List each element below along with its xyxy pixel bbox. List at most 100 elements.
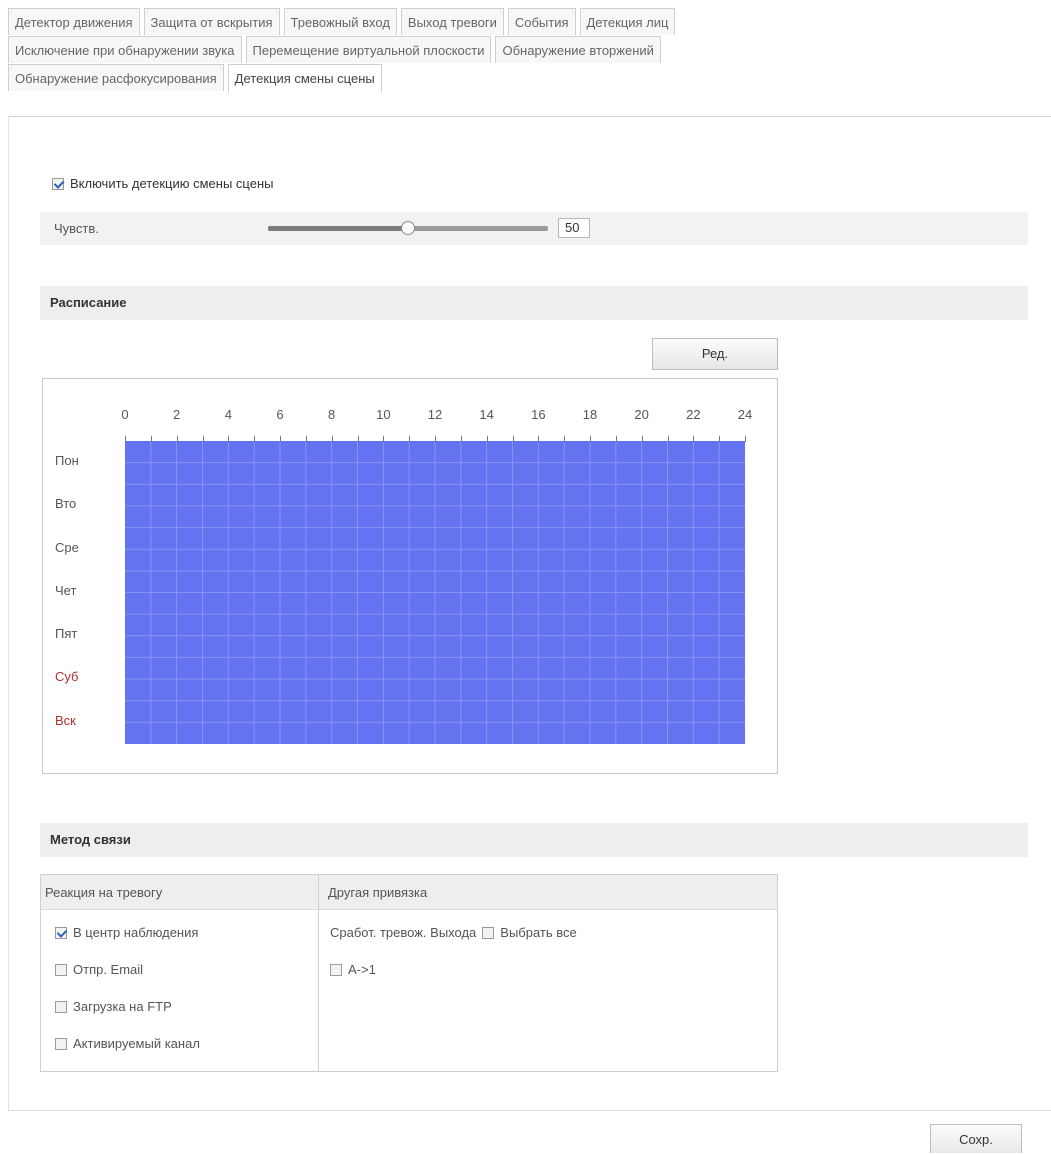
tab-audio-exception[interactable]: Исключение при обнаружении звука — [8, 36, 242, 63]
trigger-output-label: Сработ. тревож. Выхода — [330, 925, 477, 940]
slider-fill — [268, 226, 408, 231]
tab-face-detection[interactable]: Детекция лиц — [579, 8, 676, 35]
sensitivity-row: Чувств. 50 — [40, 212, 1028, 245]
tab-scene-change-detection[interactable]: Детекция смены сцены — [227, 64, 382, 93]
panel-bottom-divider — [8, 1110, 1051, 1111]
other-linkage-header: Другая привязка — [328, 885, 428, 900]
hour-tick — [719, 436, 721, 442]
option-label: Активируемый канал — [73, 1036, 200, 1051]
tab-row: Детектор движения Защита от вскрытия Тре… — [8, 8, 1008, 36]
day-label: Сре — [55, 539, 79, 555]
hour-tick — [564, 436, 566, 442]
tab-line-crossing[interactable]: Перемещение виртуальной плоскости — [245, 36, 492, 63]
sensitivity-slider[interactable] — [268, 221, 548, 235]
send-email-checkbox[interactable] — [55, 963, 67, 976]
day-label: Чет — [55, 582, 77, 598]
hour-tick — [176, 436, 178, 442]
tab-motion-detection[interactable]: Детектор движения — [8, 8, 140, 35]
hour-tick — [357, 436, 359, 442]
option-send-email[interactable]: Отпр. Email — [55, 962, 143, 977]
day-label: Вск — [55, 712, 76, 728]
day-label: Пят — [55, 626, 78, 642]
tab-row: Обнаружение расфокусирования Детекция см… — [8, 64, 1008, 93]
tab-intrusion-detection[interactable]: Обнаружение вторжений — [495, 36, 661, 63]
tab-tamper-protection[interactable]: Защита от вскрытия — [143, 8, 280, 35]
hour-tick — [125, 436, 126, 442]
hour-tick — [486, 436, 488, 442]
hour-tick — [305, 436, 307, 442]
day-label: Суб — [55, 669, 79, 685]
panel-border — [8, 116, 9, 1111]
hour-label: 20 — [634, 407, 649, 422]
option-label: В центр наблюдения — [73, 925, 199, 940]
hour-tick — [693, 436, 695, 442]
select-all-label: Выбрать все — [500, 925, 577, 940]
ftp-upload-checkbox[interactable] — [55, 1000, 67, 1013]
day-label: Пон — [55, 453, 79, 468]
sensitivity-label: Чувств. — [54, 221, 99, 236]
hour-label: 10 — [376, 407, 391, 422]
slider-thumb[interactable] — [401, 221, 415, 235]
option-notify-center[interactable]: В центр наблюдения — [55, 925, 198, 940]
hour-label: 8 — [328, 407, 336, 422]
select-all-checkbox[interactable] — [482, 926, 495, 939]
hour-tick — [590, 436, 591, 442]
tab-bar: Детектор движения Защита от вскрытия Тре… — [8, 8, 1008, 93]
hour-label: 18 — [582, 407, 598, 422]
hour-tick — [615, 436, 617, 442]
output-a1-label: A->1 — [348, 962, 376, 977]
day-label: Вто — [55, 496, 77, 512]
hour-tick — [512, 436, 514, 442]
linkage-header: Метод связи — [40, 823, 1028, 857]
hour-label: 4 — [224, 407, 232, 422]
hour-tick — [280, 436, 281, 442]
column-divider — [318, 875, 319, 1071]
hour-tick — [202, 436, 204, 442]
hour-tick — [254, 436, 256, 442]
tab-alarm-input[interactable]: Тревожный вход — [283, 8, 397, 35]
tab-row: Исключение при обнаружении звука Перемещ… — [8, 36, 1008, 64]
linkage-table: Реакция на тревогу Другая привязка В цен… — [40, 874, 778, 1072]
hour-label: 14 — [479, 407, 494, 422]
hour-tick — [641, 436, 643, 442]
hour-tick — [538, 436, 540, 442]
hour-tick — [745, 436, 746, 442]
notify-center-checkbox[interactable] — [55, 926, 67, 939]
schedule-grid[interactable] — [125, 441, 745, 744]
sensitivity-value-input[interactable]: 50 — [558, 218, 590, 238]
output-a1-checkbox[interactable] — [330, 963, 342, 976]
hour-label: 22 — [686, 407, 701, 422]
hour-tick — [435, 436, 436, 442]
hour-label: 0 — [121, 407, 129, 422]
edit-schedule-button[interactable]: Ред. — [652, 338, 778, 370]
trigger-output-row: Сработ. тревож. Выхода Выбрать все — [330, 925, 577, 940]
tab-divider — [8, 116, 1051, 117]
trigger-channel-checkbox[interactable] — [55, 1037, 67, 1050]
schedule-grid-lines — [125, 441, 745, 744]
hour-tick — [667, 436, 669, 442]
hour-label: 6 — [276, 407, 284, 422]
hour-tick — [228, 436, 230, 442]
option-label: Отпр. Email — [73, 962, 144, 977]
schedule-grid-panel: 0 2 4 6 8 10 12 14 16 18 20 22 24 Пон Вто Сре Чет Пят Суб В… — [42, 378, 778, 774]
tab-defocus-detection[interactable]: Обнаружение расфокусирования — [8, 64, 224, 91]
enable-scene-change-detection[interactable]: Включить детекцию смены сцены — [52, 176, 273, 191]
option-label: Загрузка на FTP — [73, 999, 172, 1014]
option-ftp-upload[interactable]: Загрузка на FTP — [55, 999, 172, 1014]
hour-tick — [409, 436, 411, 442]
hour-label: 2 — [173, 407, 181, 422]
tab-events[interactable]: События — [507, 8, 576, 35]
hour-label: 12 — [427, 407, 443, 422]
schedule-header: Расписание — [40, 286, 1028, 320]
alarm-response-header: Реакция на тревогу — [45, 885, 163, 900]
hour-tick — [150, 436, 152, 442]
hour-label: 16 — [531, 407, 546, 422]
option-trigger-channel[interactable]: Активируемый канал — [55, 1036, 200, 1051]
output-a1[interactable]: A->1 — [330, 962, 376, 977]
save-button[interactable]: Сохр. — [930, 1124, 1022, 1153]
tab-alarm-output[interactable]: Выход тревоги — [400, 8, 504, 35]
enable-label: Включить детекцию смены сцены — [70, 176, 274, 191]
enable-checkbox[interactable] — [52, 177, 64, 190]
hour-tick — [383, 436, 385, 442]
hour-tick — [331, 436, 333, 442]
